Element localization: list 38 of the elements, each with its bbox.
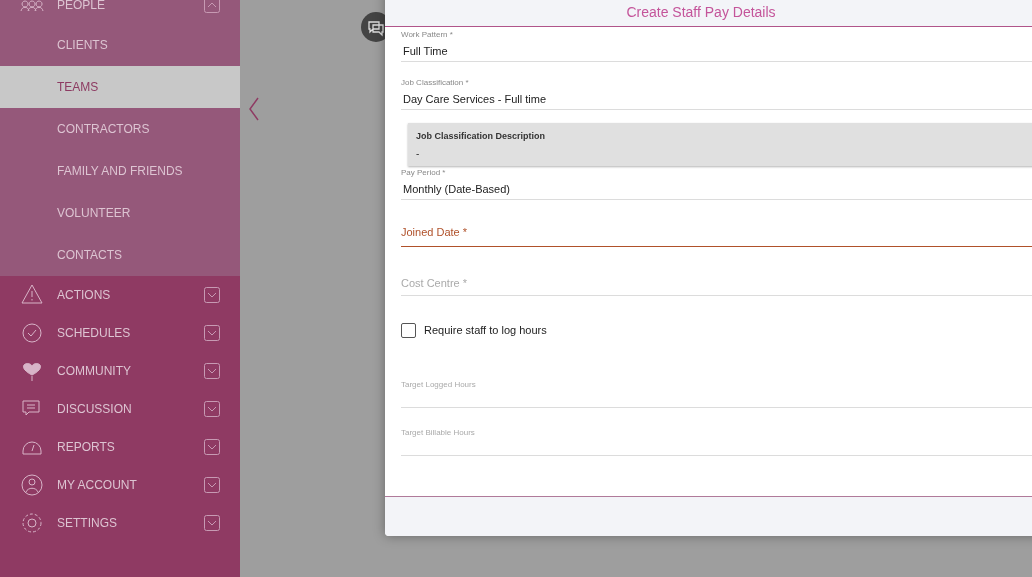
chevron-icon[interactable] — [204, 401, 220, 417]
sidebar-item[interactable]: PEOPLE — [0, 0, 240, 24]
chevron-icon[interactable] — [204, 0, 220, 13]
submenu-item[interactable]: VOLUNTEER — [0, 192, 240, 234]
select-field[interactable]: Work Pattern * Full Time — [401, 27, 1032, 62]
chevron-icon[interactable] — [204, 287, 220, 303]
submenu-item[interactable]: TEAMS — [0, 66, 240, 108]
dialog-title: Create Staff Pay Details — [626, 3, 776, 22]
chevron-icon[interactable] — [204, 325, 220, 341]
sidebar-item[interactable]: SCHEDULES — [0, 314, 240, 352]
sidebar-item[interactable]: DISCUSSION — [0, 390, 240, 428]
sidebar-item[interactable]: COMMUNITY — [0, 352, 240, 390]
select-field[interactable]: Pay Period * Monthly (Date-Based) — [401, 166, 1032, 200]
chevron-icon[interactable] — [204, 515, 220, 531]
submenu-item[interactable]: CONTACTS — [0, 234, 240, 276]
chevron-icon[interactable] — [204, 439, 220, 455]
chevron-icon[interactable] — [204, 363, 220, 379]
sidebar-item[interactable]: MY ACCOUNT — [0, 466, 240, 504]
warning-icon — [20, 283, 44, 307]
description-label: Job Classification Description — [416, 130, 547, 143]
checkbox-label: Require staff to log hours — [424, 322, 547, 338]
back-chevron-icon[interactable] — [248, 97, 260, 121]
sidebar-item[interactable]: ACTIONS — [0, 276, 240, 314]
user-icon — [20, 473, 44, 497]
description-value: - — [416, 146, 421, 161]
checkbox[interactable] — [401, 322, 416, 338]
select-field[interactable]: Job Classification * Day Care Services - Full time — [401, 62, 1032, 110]
date-field[interactable]: Joined Date * — [401, 200, 1032, 247]
settings-icon — [20, 511, 44, 535]
sidebar-item[interactable]: REPORTS — [0, 428, 240, 466]
input-field[interactable]: Target Billable Hours — [401, 408, 1032, 456]
submenu-item[interactable]: CONTRACTORS — [0, 108, 240, 150]
input-field[interactable]: Cost Centre * — [401, 247, 1032, 296]
chevron-icon[interactable] — [204, 477, 220, 493]
sidebar-item[interactable]: SETTINGS — [0, 504, 240, 542]
submenu-item[interactable]: CLIENTS — [0, 24, 240, 66]
input-field[interactable]: Target Logged Hours — [401, 338, 1032, 408]
submenu-item[interactable]: FAMILY AND FRIENDS — [0, 150, 240, 192]
